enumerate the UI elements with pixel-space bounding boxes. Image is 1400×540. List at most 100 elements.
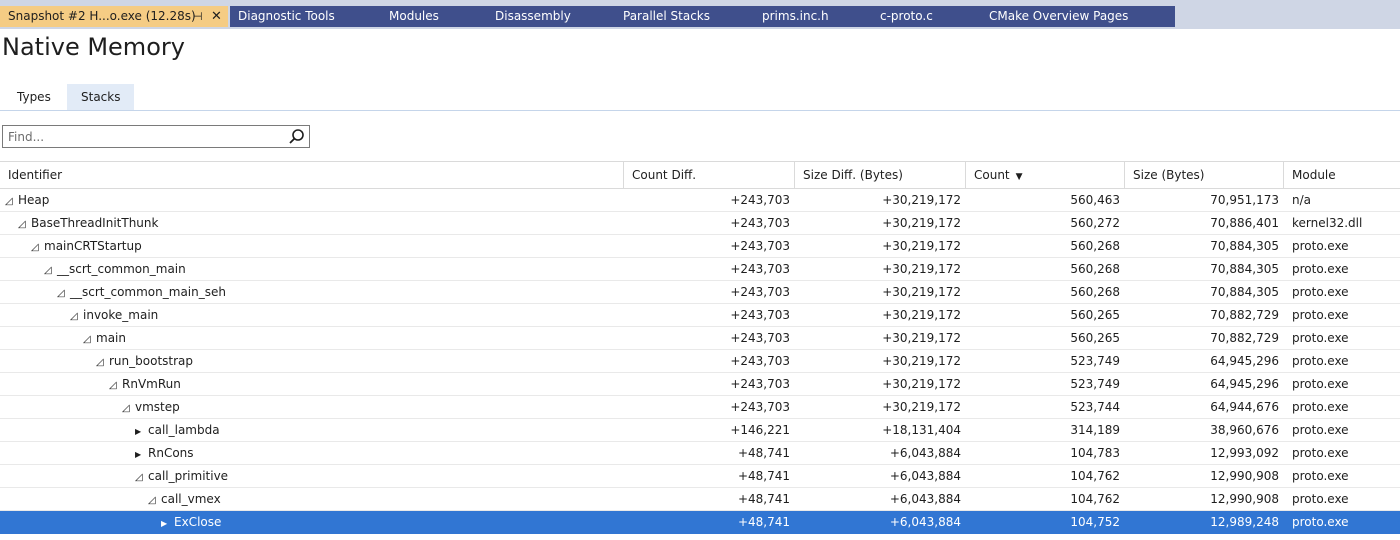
module-cell: proto.exe bbox=[1292, 354, 1349, 368]
tab-label: Disassembly bbox=[495, 9, 571, 23]
tab-label: Parallel Stacks bbox=[623, 9, 711, 23]
column-header-identifier[interactable]: Identifier bbox=[0, 162, 624, 188]
document-tab-strip: Snapshot #2 H...o.exe (12.28s) ⊣ ✕ Diagn… bbox=[0, 0, 1400, 29]
tab-parallel-stacks[interactable]: Parallel Stacks bbox=[615, 6, 754, 27]
expanded-arrow-icon[interactable]: ◿ bbox=[18, 214, 31, 234]
expanded-arrow-icon[interactable]: ◿ bbox=[57, 283, 70, 303]
identifier-label: call_vmex bbox=[161, 492, 221, 506]
identifier-cell: ◿ Heap bbox=[0, 189, 624, 211]
search-icon[interactable] bbox=[285, 126, 309, 147]
module-cell: proto.exe bbox=[1292, 285, 1349, 299]
column-header-size[interactable]: Size (Bytes) bbox=[1125, 162, 1284, 188]
identifier-cell: ◿ run_bootstrap bbox=[0, 350, 624, 372]
size-diff-cell: +30,219,172 bbox=[882, 262, 961, 276]
stacks-grid: Identifier Count Diff. Size Diff. (Bytes… bbox=[0, 161, 1400, 534]
count-cell: 104,783 bbox=[1070, 446, 1120, 460]
tab-prims-inc-h[interactable]: prims.inc.h bbox=[754, 6, 872, 27]
table-row[interactable]: ◿ __scrt_common_main +243,703 +30,219,172 56… bbox=[0, 258, 1400, 281]
size-cell: 70,882,729 bbox=[1210, 331, 1279, 345]
collapsed-arrow-icon[interactable]: ▶ bbox=[135, 421, 148, 441]
module-cell: proto.exe bbox=[1292, 308, 1349, 322]
view-tabs: Types Stacks bbox=[0, 84, 1400, 111]
module-cell: kernel32.dll bbox=[1292, 216, 1363, 230]
identifier-label: mainCRTStartup bbox=[44, 239, 142, 253]
count-diff-cell: +243,703 bbox=[730, 377, 790, 391]
table-row[interactable]: ▶ RnCons +48,741 +6,043,884 104,783 12,993,09… bbox=[0, 442, 1400, 465]
size-diff-cell: +30,219,172 bbox=[882, 285, 961, 299]
size-diff-cell: +30,219,172 bbox=[882, 239, 961, 253]
search-box bbox=[2, 125, 310, 148]
count-cell: 560,268 bbox=[1070, 285, 1120, 299]
tab-c-proto-c[interactable]: c-proto.c bbox=[872, 6, 981, 27]
table-row[interactable]: ◿ __scrt_common_main_seh +243,703 +30,219,1… bbox=[0, 281, 1400, 304]
table-row[interactable]: ▶ ExClose +48,741 +6,043,884 104,752 12,989,2… bbox=[0, 511, 1400, 534]
count-cell: 104,752 bbox=[1070, 515, 1120, 529]
expanded-arrow-icon[interactable]: ◿ bbox=[70, 306, 83, 326]
search-input[interactable] bbox=[3, 126, 283, 147]
tab-label: c-proto.c bbox=[880, 9, 933, 23]
tab-types[interactable]: Types bbox=[3, 84, 65, 110]
expanded-arrow-icon[interactable]: ◿ bbox=[5, 191, 18, 211]
tab-diagnostic-tools[interactable]: Diagnostic Tools bbox=[230, 6, 382, 27]
identifier-label: RnVmRun bbox=[122, 377, 181, 391]
count-cell: 560,265 bbox=[1070, 308, 1120, 322]
expanded-arrow-icon[interactable]: ◿ bbox=[31, 237, 44, 257]
column-header-size-diff[interactable]: Size Diff. (Bytes) bbox=[795, 162, 966, 188]
tab-disassembly[interactable]: Disassembly bbox=[487, 6, 615, 27]
identifier-cell: ▶ ExClose bbox=[0, 511, 624, 533]
collapsed-arrow-icon[interactable]: ▶ bbox=[161, 513, 174, 533]
identifier-label: vmstep bbox=[135, 400, 180, 414]
table-row[interactable]: ▶ call_lambda +146,221 +18,131,404 314,189 38… bbox=[0, 419, 1400, 442]
column-header-count-diff[interactable]: Count Diff. bbox=[624, 162, 795, 188]
expanded-arrow-icon[interactable]: ◿ bbox=[135, 467, 148, 487]
identifier-cell: ◿ main bbox=[0, 327, 624, 349]
count-cell: 560,265 bbox=[1070, 331, 1120, 345]
size-diff-cell: +6,043,884 bbox=[889, 446, 961, 460]
column-header-count[interactable]: Count ▼ bbox=[966, 162, 1125, 188]
identifier-label: BaseThreadInitThunk bbox=[31, 216, 159, 230]
table-row[interactable]: ◿ run_bootstrap +243,703 +30,219,172 523,749… bbox=[0, 350, 1400, 373]
identifier-cell: ◿ BaseThreadInitThunk bbox=[0, 212, 624, 234]
table-row[interactable]: ◿ invoke_main +243,703 +30,219,172 560,265 70… bbox=[0, 304, 1400, 327]
identifier-label: main bbox=[96, 331, 126, 345]
tab-label: Snapshot #2 H...o.exe (12.28s) bbox=[8, 9, 196, 23]
table-row[interactable]: ◿ Heap +243,703 +30,219,172 560,463 70,951,17… bbox=[0, 189, 1400, 212]
collapsed-arrow-icon[interactable]: ▶ bbox=[135, 444, 148, 464]
size-cell: 70,882,729 bbox=[1210, 308, 1279, 322]
close-icon[interactable]: ✕ bbox=[211, 6, 222, 27]
tab-snapshot[interactable]: Snapshot #2 H...o.exe (12.28s) ⊣ ✕ bbox=[0, 6, 228, 27]
table-row[interactable]: ◿ RnVmRun +243,703 +30,219,172 523,749 64,945… bbox=[0, 373, 1400, 396]
module-cell: proto.exe bbox=[1292, 446, 1349, 460]
table-row[interactable]: ◿ main +243,703 +30,219,172 560,265 70,882,72… bbox=[0, 327, 1400, 350]
size-diff-cell: +30,219,172 bbox=[882, 377, 961, 391]
count-diff-cell: +243,703 bbox=[730, 400, 790, 414]
column-label: Identifier bbox=[8, 168, 63, 182]
expanded-arrow-icon[interactable]: ◿ bbox=[83, 329, 96, 349]
size-diff-cell: +30,219,172 bbox=[882, 216, 961, 230]
count-cell: 104,762 bbox=[1070, 469, 1120, 483]
column-header-module[interactable]: Module bbox=[1284, 162, 1400, 188]
table-row[interactable]: ◿ vmstep +243,703 +30,219,172 523,744 64,944,… bbox=[0, 396, 1400, 419]
table-row[interactable]: ◿ call_primitive +48,741 +6,043,884 104,762 1… bbox=[0, 465, 1400, 488]
expanded-arrow-icon[interactable]: ◿ bbox=[109, 375, 122, 395]
table-row[interactable]: ◿ BaseThreadInitThunk +243,703 +30,219,172 5… bbox=[0, 212, 1400, 235]
table-row[interactable]: ◿ call_vmex +48,741 +6,043,884 104,762 12,990… bbox=[0, 488, 1400, 511]
tab-modules[interactable]: Modules bbox=[381, 6, 488, 27]
table-row[interactable]: ◿ mainCRTStartup +243,703 +30,219,172 560,26… bbox=[0, 235, 1400, 258]
count-cell: 560,268 bbox=[1070, 239, 1120, 253]
size-cell: 64,944,676 bbox=[1210, 400, 1279, 414]
expanded-arrow-icon[interactable]: ◿ bbox=[122, 398, 135, 418]
size-cell: 64,945,296 bbox=[1210, 377, 1279, 391]
expanded-arrow-icon[interactable]: ◿ bbox=[44, 260, 57, 280]
tab-cmake-overview[interactable]: CMake Overview Pages bbox=[981, 6, 1175, 27]
identifier-cell: ◿ __scrt_common_main_seh bbox=[0, 281, 624, 303]
tab-stacks[interactable]: Stacks bbox=[67, 84, 135, 110]
count-diff-cell: +243,703 bbox=[730, 285, 790, 299]
expanded-arrow-icon[interactable]: ◿ bbox=[96, 352, 109, 372]
size-cell: 38,960,676 bbox=[1210, 423, 1279, 437]
pin-icon[interactable]: ⊣ bbox=[193, 6, 203, 27]
module-cell: proto.exe bbox=[1292, 423, 1349, 437]
column-label: Size Diff. (Bytes) bbox=[803, 168, 903, 182]
column-label: Count Diff. bbox=[632, 168, 697, 182]
expanded-arrow-icon[interactable]: ◿ bbox=[148, 490, 161, 510]
